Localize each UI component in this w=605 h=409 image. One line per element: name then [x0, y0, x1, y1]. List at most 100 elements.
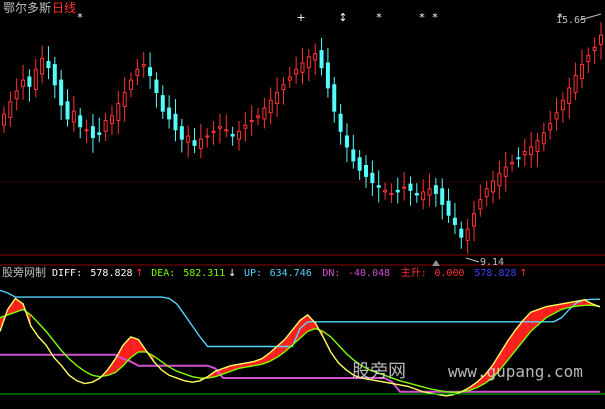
candle-body — [148, 67, 153, 76]
candle-body — [249, 119, 254, 122]
candle-body — [383, 189, 388, 193]
candle-body — [516, 157, 521, 160]
candle-body — [395, 189, 400, 193]
candle-body — [446, 200, 451, 216]
event-marker: ↕ — [338, 11, 347, 24]
candle-body — [52, 64, 57, 86]
stock-chart: 鄂尔多斯 日线 * + ↕ * * * * 15.65 9.14 股旁网制 DIFF: 57… — [0, 0, 605, 397]
candle-body — [256, 115, 261, 118]
candle-body — [414, 192, 419, 196]
event-marker: * — [77, 11, 83, 24]
candle-body — [2, 113, 6, 126]
candle-body — [497, 172, 502, 187]
candle-body — [294, 68, 299, 75]
candle-body — [275, 92, 280, 104]
candle-body — [103, 119, 108, 132]
candle-body — [541, 132, 546, 145]
readout-value: 634.746 — [270, 268, 312, 279]
candle-body — [65, 101, 70, 120]
candle-body — [167, 107, 172, 120]
candle-body — [389, 192, 394, 195]
candle-body — [579, 64, 584, 80]
candle-body — [471, 213, 476, 227]
event-marker: * — [419, 11, 425, 24]
candle-body — [554, 112, 559, 120]
watermark-brand: 股旁网 — [352, 361, 406, 382]
event-marker: * — [376, 11, 382, 24]
candle-body — [408, 183, 413, 191]
low-annotation: 9.14 — [465, 257, 504, 268]
event-markers: * + ↕ * * * * — [77, 11, 563, 24]
candle-body — [440, 188, 445, 205]
candle-body — [535, 140, 540, 153]
candle-body — [135, 68, 140, 76]
candle-body — [522, 151, 527, 156]
candle-body — [503, 166, 508, 177]
candle-body — [14, 90, 19, 100]
candle-body — [71, 110, 76, 123]
candle-body — [109, 115, 114, 125]
candle-body — [332, 84, 337, 112]
candle-body — [421, 191, 426, 201]
candle-body — [186, 135, 191, 143]
candle-body — [338, 113, 343, 132]
candle-body — [281, 84, 286, 90]
candle-body — [21, 79, 26, 87]
candle-body — [141, 64, 146, 67]
candle-body — [510, 161, 515, 165]
candle-body — [97, 132, 102, 135]
candle-body — [478, 199, 483, 210]
candle-body — [529, 146, 534, 156]
candle-body — [33, 68, 38, 90]
candle-body — [8, 101, 13, 118]
candle-body — [243, 124, 248, 129]
readout-label: DN: — [322, 268, 340, 279]
candle-body — [548, 123, 553, 131]
low-value-label: 9.14 — [480, 257, 504, 268]
readout-value: 582.311 — [183, 268, 225, 279]
indicator-readout: 股旁网制 DIFF: 578.828 ↑ DEA: 582.311 ↓ UP: 634.… — [2, 265, 528, 279]
candle-body — [90, 126, 95, 139]
stock-name: 鄂尔多斯 — [3, 0, 51, 15]
candle-body — [491, 180, 496, 193]
high-annotation: 15.65 — [556, 13, 602, 26]
candle-body — [46, 60, 51, 69]
watermark-url: www.gupang.com — [448, 362, 583, 381]
readout-value: -40.048 — [348, 268, 390, 279]
candle-body — [433, 185, 438, 194]
candle-body — [351, 149, 356, 162]
candle-body — [376, 185, 381, 188]
candle-body — [205, 135, 210, 138]
candle-body — [344, 135, 349, 148]
candle-body — [459, 228, 464, 238]
candle-body — [560, 99, 565, 111]
readout-value: 578.828 — [90, 268, 132, 279]
candle-body — [325, 62, 330, 89]
candle-body — [319, 50, 324, 69]
candlestick-series — [2, 22, 603, 254]
candle-body — [192, 140, 197, 146]
candle-body — [154, 79, 159, 94]
candle-body — [116, 102, 121, 121]
candle-body — [586, 54, 591, 62]
candle-body — [402, 186, 407, 189]
candle-body — [370, 172, 375, 184]
watermark: 股旁网 www.gupang.com — [352, 361, 583, 382]
readout-label: UP: — [244, 268, 262, 279]
readout-arrow: ↑ — [135, 268, 143, 279]
candle-body — [592, 47, 597, 52]
candle-body — [27, 76, 32, 87]
candle-body — [59, 79, 64, 106]
candle-body — [268, 99, 273, 114]
candle-body — [573, 74, 578, 94]
candle-body — [217, 126, 222, 129]
candle-body — [465, 228, 470, 241]
candle-body — [179, 126, 184, 140]
high-value-label: 15.65 — [556, 15, 586, 26]
candle-body — [78, 115, 83, 128]
readout-arrow: ↓ — [228, 268, 236, 279]
candle-body — [357, 157, 362, 171]
candle-body — [313, 53, 318, 61]
indicator-name: 股旁网制 — [2, 265, 46, 279]
candle-body — [364, 165, 369, 177]
